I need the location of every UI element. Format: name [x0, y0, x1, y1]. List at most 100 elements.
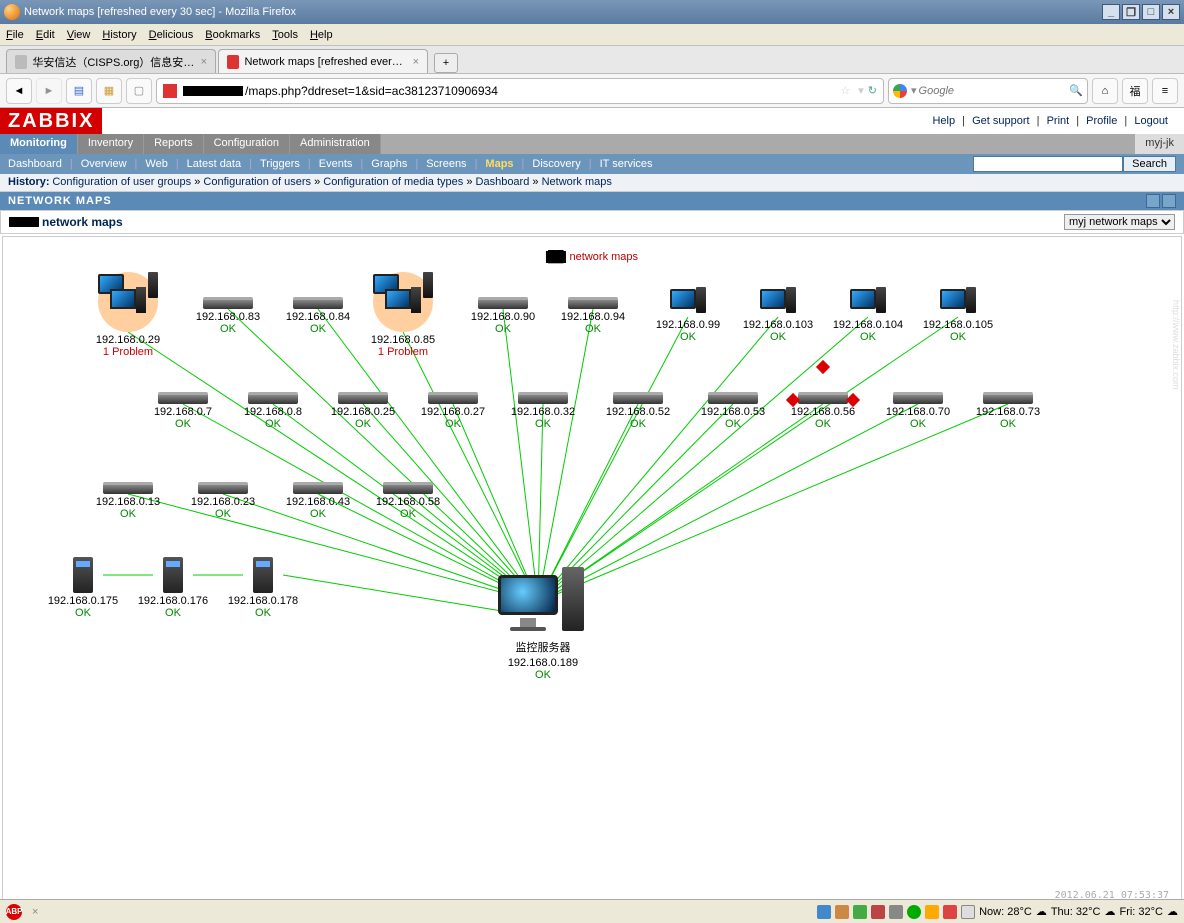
node-192-168-0-175[interactable]: 192.168.0.175OK — [43, 557, 123, 619]
node-192-168-0-32[interactable]: 192.168.0.32OK — [503, 392, 583, 430]
tray-icon[interactable] — [871, 905, 885, 919]
node-192-168-0-94[interactable]: 192.168.0.94OK — [553, 297, 633, 335]
search-input[interactable] — [919, 85, 1070, 97]
subtab-triggers[interactable]: Triggers — [260, 158, 300, 170]
link-logout[interactable]: Logout — [1134, 115, 1168, 127]
url-input[interactable] — [245, 84, 836, 98]
fullscreen-panel-icon[interactable] — [1162, 194, 1176, 208]
node-192-168-0-176[interactable]: 192.168.0.176OK — [133, 557, 213, 619]
network-map-canvas[interactable]: ██network maps 192.168.0.291 Problem192.… — [2, 236, 1182, 906]
extension-button[interactable]: 福 — [1122, 78, 1148, 104]
node-monitor-server[interactable]: 监控服务器192.168.0.189OK — [493, 567, 593, 681]
tab-inventory[interactable]: Inventory — [78, 134, 144, 154]
node-192-168-0-104[interactable]: 192.168.0.104OK — [828, 287, 908, 343]
node-192-168-0-52[interactable]: 192.168.0.52OK — [598, 392, 678, 430]
search-bar[interactable]: ▾ 🔍 — [888, 78, 1088, 104]
node-192-168-0-13[interactable]: 192.168.0.13OK — [88, 482, 168, 520]
minimize-panel-icon[interactable] — [1146, 194, 1160, 208]
map-select[interactable]: myj network maps — [1064, 214, 1175, 230]
node-192-168-0-58[interactable]: 192.168.0.58OK — [368, 482, 448, 520]
url-bar[interactable]: ☆ ▾ ↻ — [156, 78, 884, 104]
node-192-168-0-25[interactable]: 192.168.0.25OK — [323, 392, 403, 430]
node-192-168-0-23[interactable]: 192.168.0.23OK — [183, 482, 263, 520]
history-link[interactable]: Configuration of media types — [323, 176, 463, 188]
node-192-168-0-99[interactable]: 192.168.0.99OK — [648, 287, 728, 343]
node-192-168-0-103[interactable]: 192.168.0.103OK — [738, 287, 818, 343]
node-192-168-0-85[interactable]: 192.168.0.851 Problem — [363, 272, 443, 358]
bookmark-star-icon[interactable]: ☆ — [840, 84, 850, 97]
tray-icon[interactable] — [853, 905, 867, 919]
node-192-168-0-29[interactable]: 192.168.0.291 Problem — [88, 272, 168, 358]
link-profile[interactable]: Profile — [1086, 115, 1117, 127]
node-192-168-0-70[interactable]: 192.168.0.70OK — [878, 392, 958, 430]
tray-icon[interactable] — [889, 905, 903, 919]
reload-icon[interactable]: ↻ — [868, 84, 877, 97]
tile-button[interactable]: ▦ — [96, 78, 122, 104]
tray-icon[interactable] — [817, 905, 831, 919]
subtab-events[interactable]: Events — [319, 158, 353, 170]
taskbar-close-icon[interactable]: × — [32, 906, 38, 918]
dropdown-icon[interactable]: ▾ — [911, 84, 917, 97]
node-192-168-0-7[interactable]: 192.168.0.7OK — [143, 392, 223, 430]
node-192-168-0-178[interactable]: 192.168.0.178OK — [223, 557, 303, 619]
tab-close-icon[interactable]: × — [413, 56, 419, 68]
link-get-support[interactable]: Get support — [972, 115, 1029, 127]
tab-reports[interactable]: Reports — [144, 134, 204, 154]
subtab-screens[interactable]: Screens — [426, 158, 466, 170]
menu-history[interactable]: History — [102, 29, 136, 41]
menu-delicious[interactable]: Delicious — [149, 29, 194, 41]
link-help[interactable]: Help — [932, 115, 955, 127]
tab-close-icon[interactable]: × — [201, 56, 207, 68]
menu-view[interactable]: View — [67, 29, 91, 41]
tag-button[interactable]: ▢ — [126, 78, 152, 104]
tab-monitoring[interactable]: Monitoring — [0, 134, 78, 154]
home-button[interactable]: ⌂ — [1092, 78, 1118, 104]
tray-icon[interactable] — [835, 905, 849, 919]
dropdown-icon[interactable]: ▾ — [858, 84, 864, 97]
menu-file[interactable]: File — [6, 29, 24, 41]
tray-icon[interactable] — [907, 905, 921, 919]
menu-bookmarks[interactable]: Bookmarks — [205, 29, 260, 41]
node-192-168-0-105[interactable]: 192.168.0.105OK — [918, 287, 998, 343]
link-print[interactable]: Print — [1047, 115, 1070, 127]
node-192-168-0-27[interactable]: 192.168.0.27OK — [413, 392, 493, 430]
subtab-it-services[interactable]: IT services — [600, 158, 653, 170]
bookmark-button[interactable]: ▤ — [66, 78, 92, 104]
menu-tools[interactable]: Tools — [272, 29, 298, 41]
menu-edit[interactable]: Edit — [36, 29, 55, 41]
tab-administration[interactable]: Administration — [290, 134, 381, 154]
subtab-overview[interactable]: Overview — [81, 158, 127, 170]
subtab-discovery[interactable]: Discovery — [532, 158, 580, 170]
tray-icon[interactable] — [925, 905, 939, 919]
close-button[interactable]: × — [1162, 4, 1180, 20]
minimize-button[interactable]: _ — [1102, 4, 1120, 20]
node-192-168-0-84[interactable]: 192.168.0.84OK — [278, 297, 358, 335]
zabbix-search-button[interactable]: Search — [1123, 156, 1176, 172]
tab-zabbix[interactable]: Network maps [refreshed every 30 … × — [218, 49, 428, 73]
subtab-maps[interactable]: Maps — [485, 158, 513, 170]
node-192-168-0-53[interactable]: 192.168.0.53OK — [693, 392, 773, 430]
history-link[interactable]: Network maps — [542, 176, 612, 188]
adblock-icon[interactable]: ABP — [6, 904, 22, 920]
history-link[interactable]: Configuration of users — [203, 176, 311, 188]
menu-help[interactable]: Help — [310, 29, 333, 41]
node-192-168-0-43[interactable]: 192.168.0.43OK — [278, 482, 358, 520]
tray-icon[interactable] — [943, 905, 957, 919]
node-192-168-0-83[interactable]: 192.168.0.83OK — [188, 297, 268, 335]
node-192-168-0-73[interactable]: 192.168.0.73OK — [968, 392, 1048, 430]
search-go-icon[interactable]: 🔍 — [1069, 84, 1083, 97]
history-link[interactable]: Configuration of user groups — [52, 176, 191, 188]
history-link[interactable]: Dashboard — [476, 176, 530, 188]
restore-button[interactable]: ❐ — [1122, 4, 1140, 20]
back-button[interactable]: ◄ — [6, 78, 32, 104]
node-192-168-0-90[interactable]: 192.168.0.90OK — [463, 297, 543, 335]
maximize-button[interactable]: □ — [1142, 4, 1160, 20]
zabbix-search-input[interactable] — [973, 156, 1123, 172]
new-tab-button[interactable]: + — [434, 53, 458, 73]
subtab-latest-data[interactable]: Latest data — [187, 158, 241, 170]
subtab-graphs[interactable]: Graphs — [371, 158, 407, 170]
forward-button[interactable]: ► — [36, 78, 62, 104]
tray-calendar-icon[interactable] — [961, 905, 975, 919]
menu-button[interactable]: ≡ — [1152, 78, 1178, 104]
tab-cisps[interactable]: 华安信达（CISPS.org）信息安全论… × — [6, 49, 216, 73]
